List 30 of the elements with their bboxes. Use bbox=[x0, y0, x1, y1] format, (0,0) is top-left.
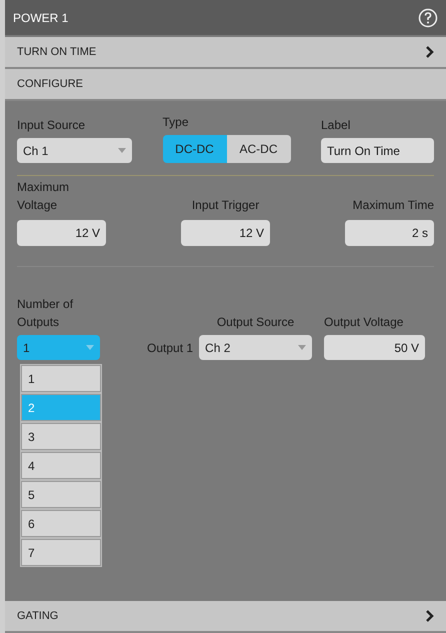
dropdown[interactable]: Ch 1 bbox=[17, 138, 132, 163]
dropdown-option[interactable]: 1 bbox=[21, 365, 101, 392]
dropdown-option[interactable]: 4 bbox=[21, 452, 101, 479]
value-field[interactable]: 12 V bbox=[181, 220, 270, 246]
field-label: Output Source bbox=[216, 314, 296, 331]
field-label: Output Voltage bbox=[324, 314, 404, 331]
field-label: Number of Outputs bbox=[17, 296, 74, 331]
value-field[interactable]: 2 s bbox=[345, 220, 434, 246]
value-field[interactable]: 12 V bbox=[17, 220, 106, 246]
type-toggle-option[interactable]: AC-DC bbox=[226, 135, 290, 163]
panel-title: POWER 1 bbox=[13, 10, 68, 26]
section-header[interactable]: CONFIGURE bbox=[5, 69, 446, 101]
dropdown-option[interactable]: 3 bbox=[21, 423, 101, 450]
section-header[interactable]: TURN ON TIME bbox=[5, 37, 446, 69]
field-label: Maximum Voltage bbox=[17, 184, 70, 214]
dropdown-option[interactable]: 6 bbox=[21, 510, 101, 537]
field-label: Input Source bbox=[17, 117, 86, 134]
value-field[interactable]: 50 V bbox=[324, 335, 426, 360]
section-header[interactable]: GATING bbox=[5, 601, 446, 633]
field-label: Maximum Time bbox=[352, 197, 434, 214]
dropdown[interactable]: 1 bbox=[17, 335, 100, 360]
field-label: Input Trigger bbox=[190, 197, 260, 214]
type-toggle-option[interactable]: DC-DC bbox=[162, 135, 226, 163]
output-name: Output 1 bbox=[147, 340, 194, 356]
label-field[interactable]: Turn On Time bbox=[321, 138, 434, 163]
field-label: Type bbox=[162, 114, 190, 131]
dropdown[interactable]: Ch 2 bbox=[199, 335, 312, 360]
field-label: Label bbox=[321, 117, 352, 134]
dropdown-option[interactable]: 5 bbox=[21, 481, 101, 508]
dropdown-option[interactable]: 7 bbox=[21, 539, 101, 566]
